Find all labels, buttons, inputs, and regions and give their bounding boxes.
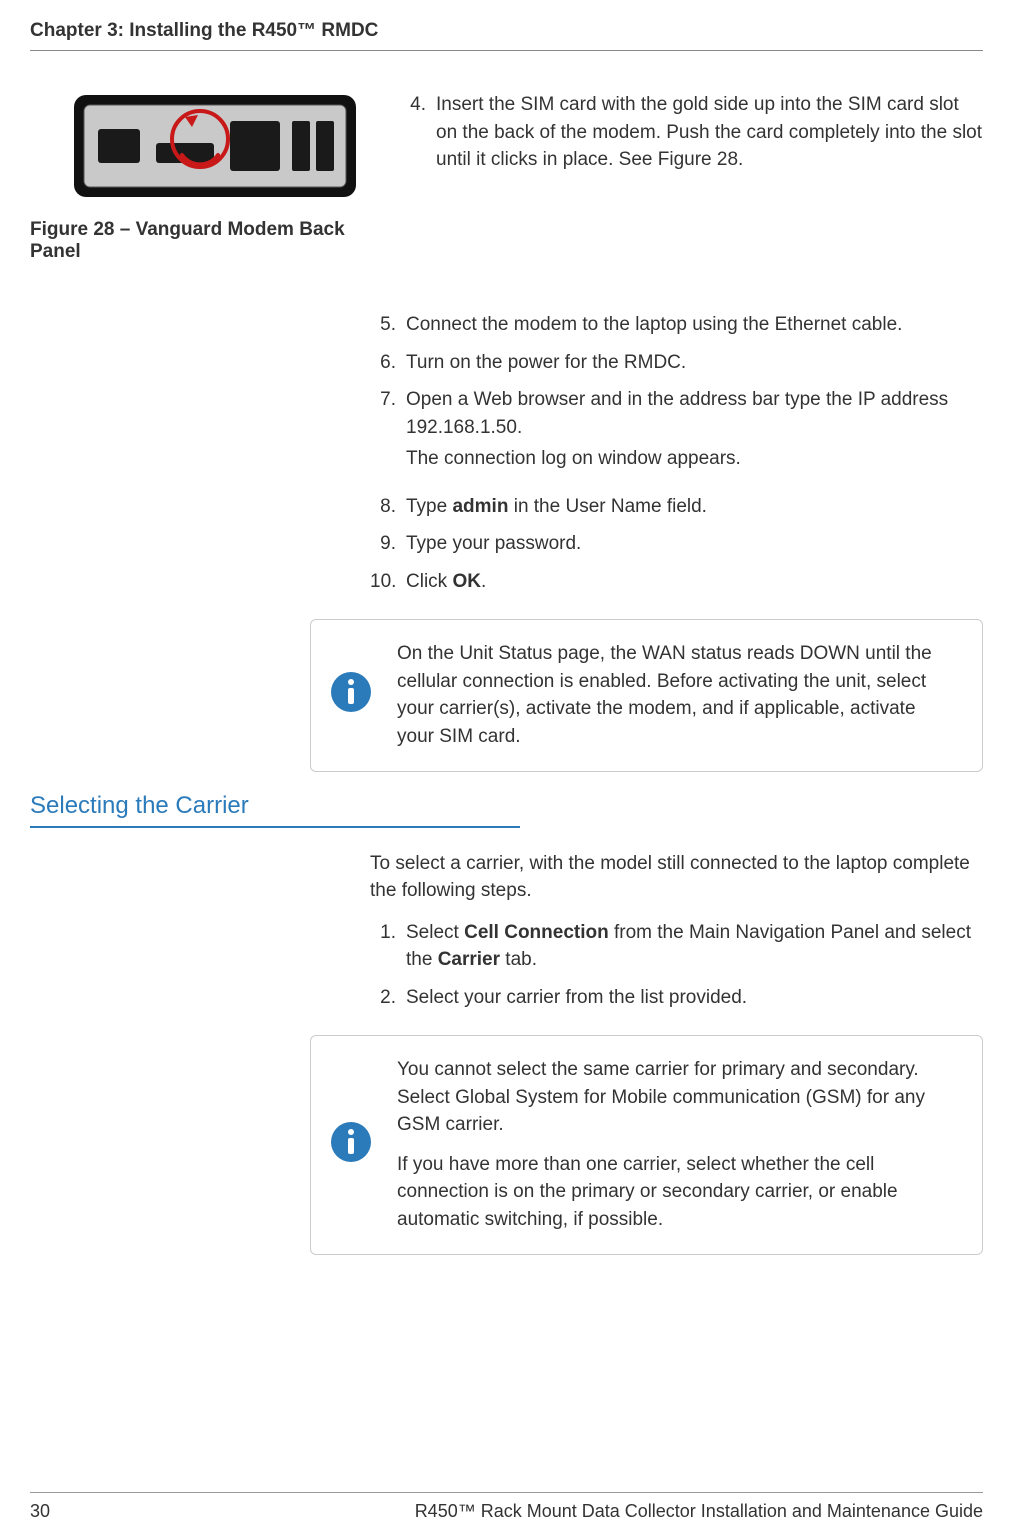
figure-28: Figure 28 – Vanguard Modem Back Panel <box>30 91 400 263</box>
list-item: 1. Select Cell Connection from the Main … <box>370 919 983 974</box>
info-note-1: On the Unit Status page, the WAN status … <box>310 619 983 771</box>
step-text: Connect the modem to the laptop using th… <box>406 311 983 339</box>
list-item: 4. Insert the SIM card with the gold sid… <box>400 91 983 174</box>
step-text: Click OK. <box>406 568 983 596</box>
steps-list-b: 5. Connect the modem to the laptop using… <box>370 311 983 595</box>
step-number: 5. <box>370 311 406 339</box>
step-number: 7. <box>370 386 406 414</box>
note-text: You cannot select the same carrier for p… <box>397 1056 956 1233</box>
step-number: 4. <box>400 91 436 119</box>
list-item: 2. Select your carrier from the list pro… <box>370 984 983 1012</box>
footer-title: R450™ Rack Mount Data Collector Installa… <box>415 1501 983 1522</box>
step-number: 9. <box>370 530 406 558</box>
list-item: 6. Turn on the power for the RMDC. <box>370 349 983 377</box>
modem-back-panel-image <box>70 91 360 201</box>
note-text: On the Unit Status page, the WAN status … <box>397 640 956 750</box>
page-footer: 30 R450™ Rack Mount Data Collector Insta… <box>30 1492 983 1522</box>
step-text: Type admin in the User Name field. <box>406 493 983 521</box>
step-number: 1. <box>370 919 406 947</box>
step-text: Select your carrier from the list provid… <box>406 984 983 1012</box>
section-heading-selecting-carrier: Selecting the Carrier <box>30 792 520 828</box>
list-item: 8. Type admin in the User Name field. <box>370 493 983 521</box>
figure-caption: Figure 28 – Vanguard Modem Back Panel <box>30 219 400 263</box>
step-subtext: The connection log on window appears. <box>406 445 983 473</box>
steps-list-a: 4. Insert the SIM card with the gold sid… <box>370 91 983 174</box>
info-icon <box>329 1120 373 1164</box>
step-text: Insert the SIM card with the gold side u… <box>436 91 983 174</box>
step-text: Turn on the power for the RMDC. <box>406 349 983 377</box>
step-text: Open a Web browser and in the address ba… <box>406 386 983 441</box>
info-note-2: You cannot select the same carrier for p… <box>310 1035 983 1254</box>
section-intro: To select a carrier, with the model stil… <box>370 850 983 905</box>
list-item: 5. Connect the modem to the laptop using… <box>370 311 983 339</box>
step-number: 8. <box>370 493 406 521</box>
list-item: 10. Click OK. <box>370 568 983 596</box>
step-number: 6. <box>370 349 406 377</box>
step-text: Select Cell Connection from the Main Nav… <box>406 919 983 974</box>
steps-list-c: 1. Select Cell Connection from the Main … <box>370 919 983 1012</box>
page-header: Chapter 3: Installing the R450™ RMDC <box>30 20 983 51</box>
info-icon <box>329 670 373 714</box>
step-number: 2. <box>370 984 406 1012</box>
page-number: 30 <box>30 1501 50 1522</box>
list-item: 7. Open a Web browser and in the address… <box>370 386 983 483</box>
step-number: 10. <box>370 568 406 596</box>
list-item: 9. Type your password. <box>370 530 983 558</box>
step-text: Type your password. <box>406 530 983 558</box>
